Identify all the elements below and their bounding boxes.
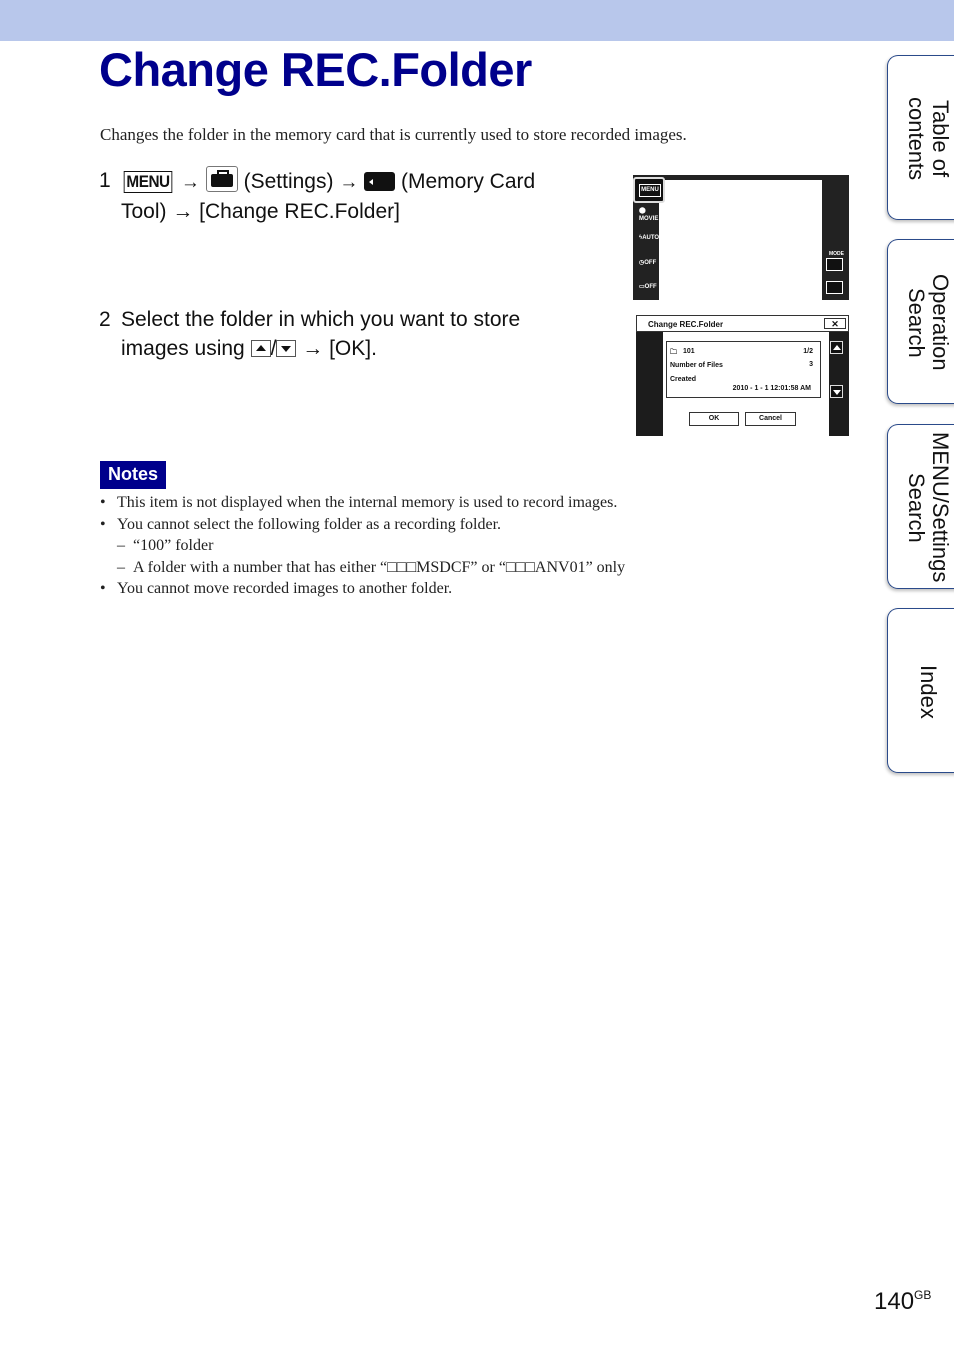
mode-label: MODE [829,251,844,257]
flash-auto-icon: ϟAUTO [639,235,660,241]
scroll-up-button[interactable] [830,341,843,354]
dialog-header: Change REC.Folder ✕ [636,315,849,332]
step-number: 2 [99,308,111,331]
intro-text: Changes the folder in the memory card th… [100,125,687,144]
camera-screen-change-folder: Change REC.Folder ✕ 🗀 101 1/2 Number of … [636,315,849,436]
dialog-panel: 🗀 101 1/2 Number of Files 3 Created 2010… [663,332,829,436]
ok-button[interactable]: OK [689,412,739,426]
notes-list: This item is not displayed when the inte… [100,492,625,600]
intelligent-auto-icon[interactable] [826,258,843,271]
page-title: Change REC.Folder [99,43,532,96]
step-2-prefix: images using [121,337,245,360]
created-value: 2010 - 1 - 1 12:01:58 AM [732,385,811,392]
down-arrow-icon [276,340,297,357]
files-label: Number of Files [670,362,723,369]
cancel-button[interactable]: Cancel [745,412,796,426]
close-icon[interactable]: ✕ [824,318,846,329]
step-2-line1: Select the folder in which you want to s… [121,308,521,331]
header-bar [0,0,954,41]
notes-badge: Notes [100,461,166,489]
note-sub-item: A folder with a number that has either “… [100,557,625,579]
self-timer-off-icon: ◷OFF [639,260,657,266]
arrow-icon: → [339,172,359,193]
step-1-line2: Tool) → [Change REC.Folder] [121,200,400,223]
burst-off-icon: ▭OFF [639,284,657,290]
tab-operation-search[interactable]: Operation Search [887,239,954,404]
scroll-down-button[interactable] [830,385,843,398]
memory-card-label: (Memory Card [401,170,536,193]
dialog-title: Change REC.Folder [648,320,724,329]
camera-screen-shooting: MENU ⬤ MOVIE ϟAUTO ◷OFF ▭OFF MODE [633,175,849,300]
settings-label: (Settings) [243,170,334,193]
folder-page: 1/2 [803,348,813,355]
menu-icon: MENU [123,171,173,193]
note-item: This item is not displayed when the inte… [100,492,625,514]
folder-icon: 🗀 [670,349,677,356]
playback-icon[interactable] [826,281,843,294]
memory-card-icon [364,172,396,191]
note-sub-item: “100” folder [100,535,625,557]
folder-info-box: 🗀 101 1/2 Number of Files 3 Created 2010… [666,341,821,398]
movie-label: MOVIE [639,216,659,222]
arrow-icon: → [180,172,200,193]
note-item: You cannot select the following folder a… [100,514,625,536]
settings-toolbox-icon [205,166,238,192]
camera-menu-button[interactable]: MENU [633,177,665,203]
files-value: 3 [809,361,813,368]
tab-index[interactable]: Index [887,608,954,773]
step-1: 1 MENU → (Settings) → (Memory Card Tool)… [99,166,599,226]
note-item: You cannot move recorded images to anoth… [100,578,625,600]
step-2-suffix: → [OK]. [302,337,377,360]
up-arrow-icon [250,340,271,357]
tab-table-of-contents[interactable]: Table of contents [887,55,954,220]
page-number: 140GB [874,1288,932,1315]
step-number: 1 [99,169,111,192]
folder-name: 101 [683,348,695,355]
viewfinder-area [659,179,822,300]
step-2: 2 Select the folder in which you want to… [99,305,579,363]
movie-icon: ⬤ [639,208,646,214]
tab-menu-settings-search[interactable]: MENU/Settings Search [887,424,954,589]
created-label: Created [670,376,697,383]
